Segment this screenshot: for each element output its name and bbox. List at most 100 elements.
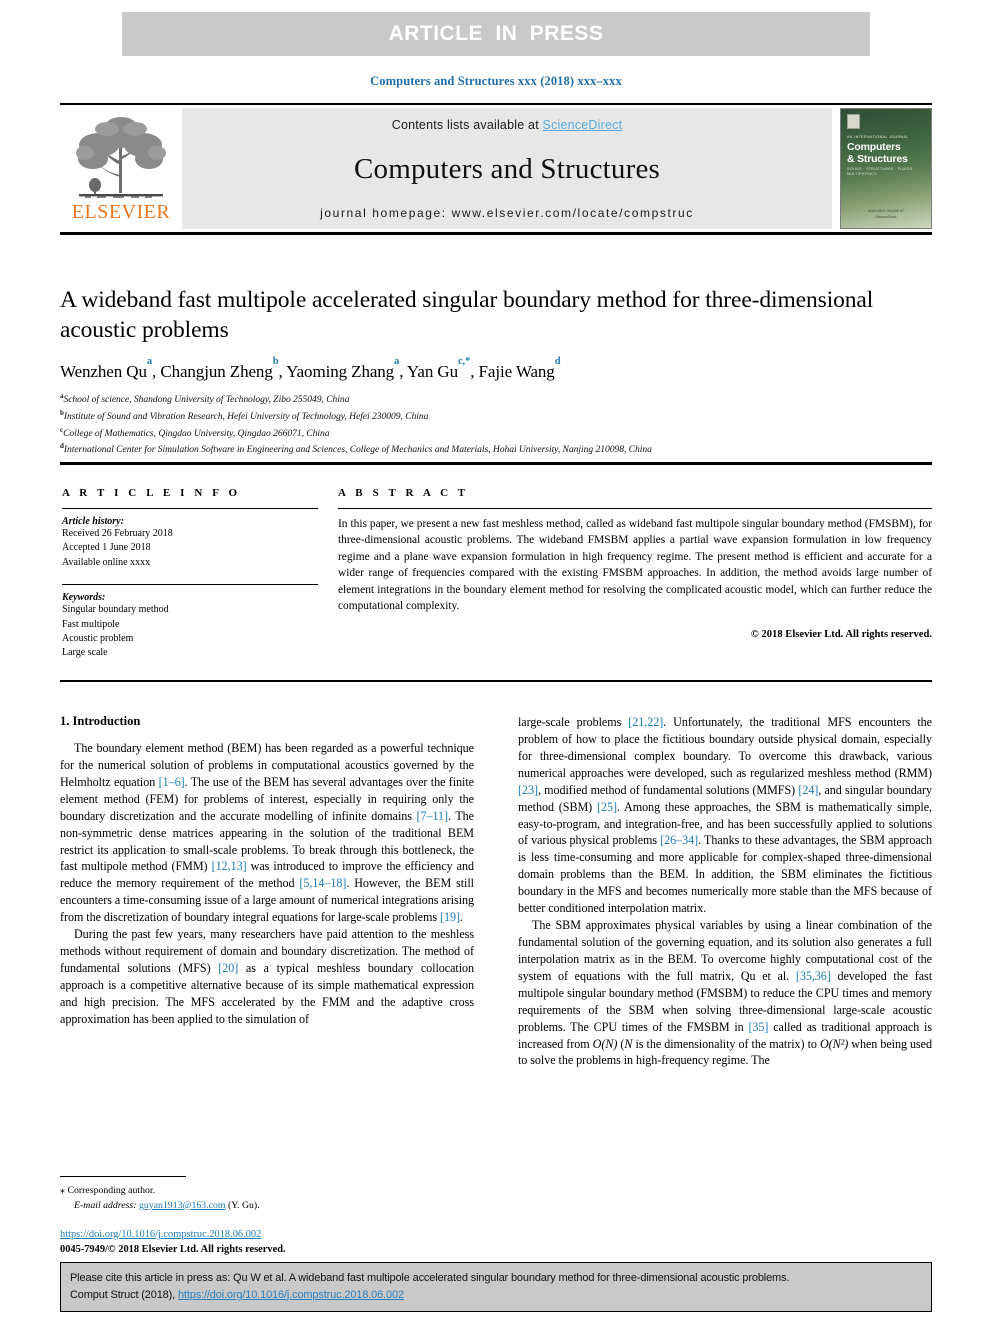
citation-reference[interactable]: [5,14–18] [299, 876, 346, 890]
asterisk-icon: ⁎ [60, 1185, 65, 1196]
paper-title: A wideband fast multipole accelerated si… [60, 287, 874, 344]
body-paragraph: During the past few years, many research… [60, 927, 474, 1026]
cover-footer: AVAILABLE ONLINE AT ScienceDirect [841, 209, 931, 221]
author-name: Changjun Zheng [160, 362, 273, 382]
elsevier-logo: ELSEVIER [60, 105, 182, 232]
citation-reference[interactable]: [26–34] [660, 833, 698, 847]
affiliation-marker: a [60, 392, 64, 401]
math-symbol: O(N) [592, 1036, 618, 1051]
citation-reference[interactable]: [35,36] [796, 969, 831, 983]
cite-this-article-box: Please cite this article in press as: Qu… [60, 1262, 932, 1312]
cover-title: Computers & Structures [847, 141, 908, 166]
author-affiliation-marker: a [146, 356, 153, 367]
footnote-divider [60, 1176, 186, 1178]
abstract-text: In this paper, we present a new fast mes… [338, 518, 932, 613]
author-name: Yaoming Zhang [286, 362, 395, 382]
keywords-rule [62, 584, 318, 586]
cite-line-2: Comput Struct (2018), https://doi.org/10… [70, 1287, 922, 1304]
keyword-item: Large scale [62, 647, 108, 659]
elsevier-tree-icon [73, 109, 169, 201]
affiliation: aSchool of science, Shandong University … [60, 392, 350, 406]
abstract-heading: A B S T R A C T [338, 487, 469, 499]
affiliation-marker: c [60, 425, 64, 434]
article-header: A wideband fast multipole accelerated si… [60, 285, 932, 458]
affiliation-marker: b [60, 408, 64, 417]
author-name: Yan Gu [406, 362, 458, 382]
journal-homepage-line[interactable]: journal homepage: www.elsevier.com/locat… [320, 206, 694, 220]
citation-reference[interactable]: [12,13] [212, 859, 247, 873]
cover-subtitle: SOLIDS · STRUCTURES · FLUIDS · MULTIPHYS… [847, 167, 916, 177]
math-symbol: O(N²) [819, 1036, 849, 1051]
contents-prefix: Contents lists available at [391, 118, 543, 132]
journal-title: Computers and Structures [353, 152, 661, 185]
author-name: Fajie Wang [478, 362, 555, 382]
article-info-section: A R T I C L E I N F O Article history: R… [62, 487, 318, 661]
contents-available-line: Contents lists available at ScienceDirec… [392, 118, 623, 132]
email-label: E-mail address: [74, 1199, 137, 1211]
sciencedirect-link[interactable]: ScienceDirect [543, 118, 623, 132]
citation-reference[interactable]: [25] [597, 800, 617, 814]
article-history-item: Received 26 February 2018 [62, 528, 173, 539]
body-column-left: 1. Introduction The boundary element met… [60, 714, 474, 1028]
citation-reference[interactable]: [24] [798, 783, 818, 797]
journal-cover-thumbnail: AN INTERNATIONAL JOURNAL Computers & Str… [840, 108, 932, 229]
doi-link[interactable]: https://doi.org/10.1016/j.compstruc.2018… [60, 1229, 261, 1240]
article-body: 1. Introduction The boundary element met… [60, 714, 932, 1238]
author-affiliation-marker: d [554, 356, 561, 367]
citation-reference[interactable]: [20] [218, 961, 238, 975]
elsevier-wordmark: ELSEVIER [71, 201, 171, 223]
cite-doi-link[interactable]: https://doi.org/10.1016/j.compstruc.2018… [178, 1289, 404, 1301]
keyword-item: Singular boundary method [62, 604, 169, 616]
affiliation-marker: d [60, 442, 64, 451]
email-link[interactable]: guyan1913@163.com [139, 1200, 226, 1211]
keyword-item: Fast multipole [62, 618, 120, 630]
citation-reference[interactable]: [1–6] [159, 775, 185, 789]
left-column-paragraphs: The boundary element method (BEM) has be… [60, 740, 474, 1028]
author-affiliation-marker: a [394, 356, 400, 367]
email-line: E-mail address: guyan1913@163.com (Y. Gu… [60, 1199, 480, 1214]
doi-issn-block: https://doi.org/10.1016/j.compstruc.2018… [60, 1228, 480, 1258]
article-history-item: Accepted 1 June 2018 [62, 542, 151, 554]
affiliation: dInternational Center for Simulation Sof… [60, 442, 652, 456]
article-info-heading: A R T I C L E I N F O [62, 487, 241, 499]
article-in-press-label: ARTICLE IN PRESS [388, 22, 604, 45]
affiliation-list: aSchool of science, Shandong University … [60, 391, 932, 458]
affiliation: cCollege of Mathematics, Qingdao Univers… [60, 425, 330, 439]
running-head: Computers and Structures xxx (2018) xxx–… [370, 74, 622, 88]
body-column-right: large-scale problems [21,22]. Unfortunat… [518, 714, 932, 1069]
journal-masthead: ELSEVIER Contents lists available at Sci… [60, 103, 932, 235]
citation-reference[interactable]: [23] [518, 783, 538, 797]
author-affiliation-marker: b [272, 356, 279, 367]
affiliation: bInstitute of Sound and Vibration Resear… [60, 408, 429, 423]
keywords-list: Singular boundary method Fast multipole Ac… [62, 603, 318, 661]
keyword-item: Acoustic problem [62, 632, 134, 644]
body-paragraph: large-scale problems [21,22]. Unfortunat… [518, 715, 933, 916]
article-info-rule [62, 508, 318, 509]
corresponding-author-footnote: ⁎ Corresponding author. E-mail address: … [60, 1183, 480, 1213]
issn-copyright-line: 0045-7949/© 2018 Elsevier Ltd. All right… [60, 1243, 286, 1255]
citation-reference[interactable]: [21,22] [628, 715, 663, 729]
keywords-label: Keywords: [62, 592, 106, 604]
section-title-introduction: 1. Introduction [60, 714, 141, 728]
cover-kicker: AN INTERNATIONAL JOURNAL [847, 135, 909, 139]
body-paragraph: The boundary element method (BEM) has be… [60, 741, 474, 925]
divider-above-article-info [60, 462, 932, 465]
article-history-list: Received 26 February 2018 Accepted 1 June… [62, 527, 318, 570]
author-list: Wenzhen Qua, Changjun Zhengb, Yaoming Zh… [60, 356, 561, 382]
cover-publisher-badge [847, 114, 860, 129]
abstract-section: A B S T R A C T In this paper, we presen… [338, 487, 932, 640]
citation-reference[interactable]: [35] [748, 1020, 768, 1034]
citation-reference[interactable]: [7–11] [417, 809, 449, 823]
body-paragraph: The SBM approximates physical variables … [518, 918, 933, 1068]
article-history-item: Available online xxxx [62, 556, 151, 568]
cite-line-1: Please cite this article in press as: Qu… [70, 1272, 790, 1284]
article-in-press-banner: ARTICLE IN PRESS [122, 12, 870, 56]
cover-title-line2: & Structures [847, 152, 908, 165]
cover-footer-line2: ScienceDirect [875, 215, 897, 220]
email-suffix: (Y. Gu). [225, 1199, 260, 1211]
citation-reference[interactable]: [19] [440, 910, 460, 924]
right-column-paragraphs: large-scale problems [21,22]. Unfortunat… [518, 714, 932, 1069]
copyright-line: © 2018 Elsevier Ltd. All rights reserved… [750, 628, 932, 640]
math-symbol: N [624, 1036, 633, 1051]
divider-below-abstract [60, 680, 932, 682]
